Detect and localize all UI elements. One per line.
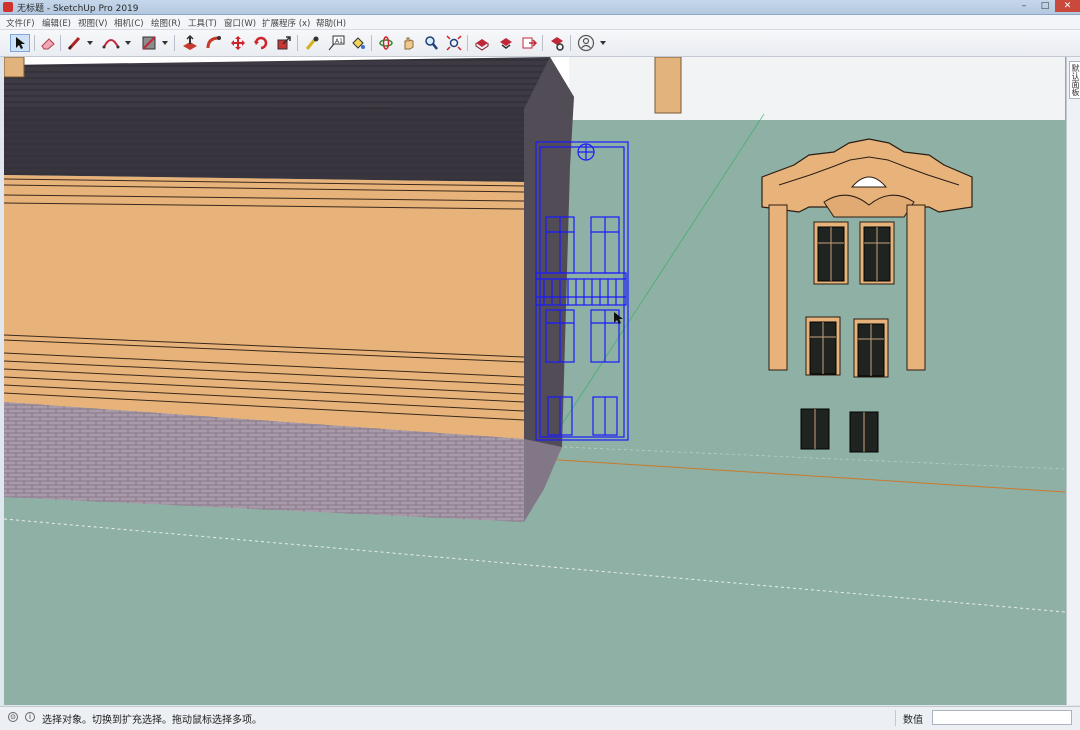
line-tools-dropdown[interactable] <box>87 41 93 45</box>
account-icon[interactable] <box>576 34 596 52</box>
menu-extensions[interactable]: 扩展程序 (x) <box>262 17 310 29</box>
toolbar-separator <box>34 35 35 51</box>
minimize-button[interactable]: – <box>1013 0 1035 12</box>
main-toolbar: A1 <box>0 30 1080 57</box>
menu-edit[interactable]: 编辑(E) <box>42 17 71 29</box>
default-tray-label[interactable]: 默认面板 <box>1069 61 1080 99</box>
extension-warehouse-icon[interactable] <box>496 34 516 52</box>
status-bar: ⊙ i 选择对象。切换到扩充选择。拖动鼠标选择多项。 数值 <box>0 706 1080 730</box>
menu-help[interactable]: 帮助(H) <box>316 17 346 29</box>
shape-tools-dropdown[interactable] <box>162 41 168 45</box>
menu-bar: 文件(F) 编辑(E) 视图(V) 相机(C) 绘图(R) 工具(T) 窗口(W… <box>0 15 1080 30</box>
scene-canvas[interactable] <box>4 57 1065 705</box>
menu-view[interactable]: 视图(V) <box>78 17 107 29</box>
background-column <box>654 57 682 114</box>
follow-me-tool-icon[interactable] <box>204 34 224 52</box>
measurements-input[interactable] <box>932 710 1072 725</box>
menu-tools[interactable]: 工具(T) <box>188 17 217 29</box>
rotate-tool-icon[interactable] <box>251 34 271 52</box>
line-tool-icon[interactable] <box>64 34 84 52</box>
toolbar-separator <box>570 35 571 51</box>
push-pull-tool-icon[interactable] <box>180 34 200 52</box>
geo-location-icon[interactable]: ⊙ <box>8 712 18 722</box>
sketchup-app-icon <box>3 2 13 12</box>
rectangle-tool-icon[interactable] <box>139 34 159 52</box>
zoom-tool-icon[interactable] <box>421 34 441 52</box>
scale-tool-icon[interactable] <box>274 34 294 52</box>
move-tool-icon[interactable] <box>228 34 248 52</box>
window-title: 无标题 - SketchUp Pro 2019 <box>17 4 139 14</box>
orbit-tool-icon[interactable] <box>376 34 396 52</box>
menu-camera[interactable]: 相机(C) <box>114 17 144 29</box>
account-dropdown[interactable] <box>600 41 606 45</box>
building-facade <box>4 175 524 439</box>
toolbar-separator <box>467 35 468 51</box>
sky-edge <box>569 57 1065 120</box>
send-to-layout-icon[interactable] <box>519 34 539 52</box>
status-text: 选择对象。切换到扩充选择。拖动鼠标选择多项。 <box>42 715 262 726</box>
arc-tool-icon[interactable] <box>101 34 121 52</box>
status-divider <box>895 710 896 726</box>
paint-bucket-tool-icon[interactable] <box>348 34 368 52</box>
default-tray-tab[interactable]: 默认面板 <box>1066 57 1080 705</box>
menu-draw[interactable]: 绘图(R) <box>151 17 181 29</box>
select-tool-icon[interactable] <box>10 34 30 52</box>
warehouse-icon[interactable] <box>472 34 492 52</box>
toolbar-separator <box>542 35 543 51</box>
measurements-label: 数值 <box>903 715 923 726</box>
toolbar-separator <box>297 35 298 51</box>
menu-window[interactable]: 窗口(W) <box>224 17 256 29</box>
toolbar-separator <box>60 35 61 51</box>
svg-text:A1: A1 <box>335 38 343 45</box>
pan-tool-icon[interactable] <box>399 34 419 52</box>
building-roof-front <box>4 107 524 182</box>
text-tool-icon[interactable]: A1 <box>326 34 346 52</box>
tape-measure-tool-icon[interactable] <box>302 34 322 52</box>
close-button[interactable]: ✕ <box>1055 0 1080 12</box>
model-viewport[interactable] <box>4 57 1066 705</box>
maximize-button[interactable]: □ <box>1034 0 1056 12</box>
zoom-extents-tool-icon[interactable] <box>444 34 464 52</box>
extension-manager-icon[interactable] <box>547 34 567 52</box>
eraser-tool-icon[interactable] <box>38 34 58 52</box>
arc-tools-dropdown[interactable] <box>125 41 131 45</box>
toolbar-separator <box>371 35 372 51</box>
info-icon[interactable]: i <box>25 712 35 722</box>
menu-file[interactable]: 文件(F) <box>6 17 35 29</box>
building-corner-detail <box>4 57 25 78</box>
toolbar-separator <box>174 35 175 51</box>
title-bar: 无标题 - SketchUp Pro 2019 – □ ✕ <box>0 0 1080 15</box>
